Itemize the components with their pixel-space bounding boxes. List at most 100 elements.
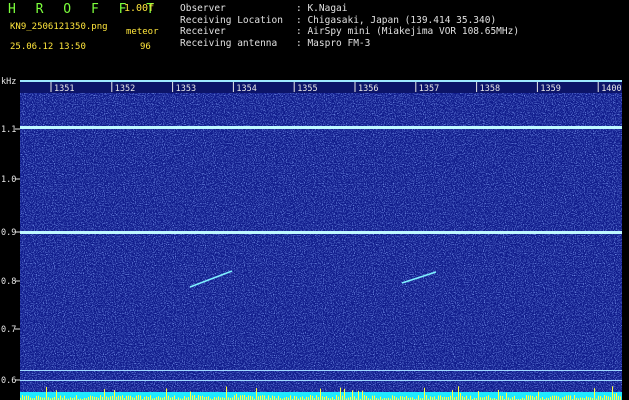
activity-spike [166,388,167,400]
activity-spike [402,396,403,400]
time-strip-edge [20,80,622,82]
activity-spike [554,395,555,400]
activity-spike [92,396,93,400]
activity-spike [552,395,553,400]
activity-spike [194,395,195,400]
activity-spike [136,395,137,400]
time-label: 1352 [115,84,135,94]
y-tick-label: 1.1 [1,125,16,135]
activity-spike [566,395,567,400]
activity-spike [438,395,439,400]
activity-spike [112,395,113,400]
activity-spike [244,395,245,400]
time-label: 1358 [480,84,500,94]
activity-spike [526,395,527,400]
activity-spike [310,395,311,400]
activity-spike [568,395,569,400]
y-tick-label: 1.0 [1,175,16,185]
activity-spike [296,396,297,400]
activity-spike [294,395,295,400]
activity-spike [514,395,515,400]
activity-spike [234,395,235,400]
activity-spike [574,395,575,400]
activity-spike [570,395,571,400]
activity-spike [126,395,127,400]
activity-spike [460,393,461,400]
activity-spike [158,396,159,400]
activity-spike [312,395,313,400]
activity-spike [612,386,613,400]
time-label: 1355 [297,84,317,94]
activity-spike [440,395,441,400]
time-label: 1354 [236,84,256,94]
activity-spike [208,396,209,400]
activity-spike [358,390,359,400]
activity-spike [252,396,253,400]
activity-spike [184,396,185,400]
activity-spike [274,396,275,400]
time-label: 1359 [540,84,560,94]
activity-spike [192,395,193,400]
activity-spike [564,396,565,400]
time-label: 1357 [419,84,439,94]
activity-spike [352,390,353,400]
activity-spike [326,396,327,400]
activity-spike [22,395,23,400]
activity-spike [558,396,559,400]
activity-spike [260,395,261,400]
activity-spike [26,395,27,400]
activity-spike [242,395,243,400]
activity-spike [28,395,29,400]
activity-spike [146,396,147,400]
activity-spike [38,395,39,400]
activity-spike [258,396,259,400]
activity-spike [394,396,395,400]
activity-spike [600,396,601,400]
activity-spike [168,395,169,400]
activity-spike [200,396,201,400]
activity-spike [500,395,501,400]
activity-spike [264,395,265,400]
activity-spike [430,396,431,400]
activity-spike [272,395,273,400]
activity-spike [470,395,471,400]
activity-spike [586,396,587,400]
activity-spike [620,396,621,400]
activity-spike [278,395,279,400]
activity-spike [406,395,407,400]
activity-spike [400,396,401,400]
activity-spike [250,395,251,400]
activity-spike [374,395,375,400]
activity-spike [174,395,175,400]
activity-spike [128,395,129,400]
activity-spike [486,396,487,400]
activity-spike [302,396,303,400]
activity-spike [424,387,425,400]
activity-spike [190,391,191,400]
activity-spike [150,395,151,400]
activity-spike [614,393,615,400]
spectrogram: 1351 1352 1353 1354 1355 1356 1357 1358 1359 1400… [1,77,629,400]
carrier-line-lower [20,231,622,234]
activity-spike [290,395,291,400]
carrier-line-bottom-a [20,370,622,371]
time-label: 1400 [601,84,621,94]
activity-spike [36,395,37,400]
activity-spike [498,389,499,400]
activity-spike [364,395,365,400]
activity-spike [536,395,537,400]
activity-spike [528,395,529,400]
activity-spike [344,388,345,400]
activity-spike [90,395,91,400]
activity-spike [118,395,119,400]
activity-spike [616,393,617,400]
y-axis-ticks: 1.1 1.0 0.9 0.8 0.7 0.6 [1,125,20,386]
activity-spike [366,395,367,400]
activity-spike [256,388,257,400]
activity-spike [462,396,463,400]
activity-spike [130,395,131,400]
activity-spike [478,390,479,400]
activity-spike [362,390,363,400]
activity-spike [236,393,237,400]
time-label: 1356 [358,84,378,94]
